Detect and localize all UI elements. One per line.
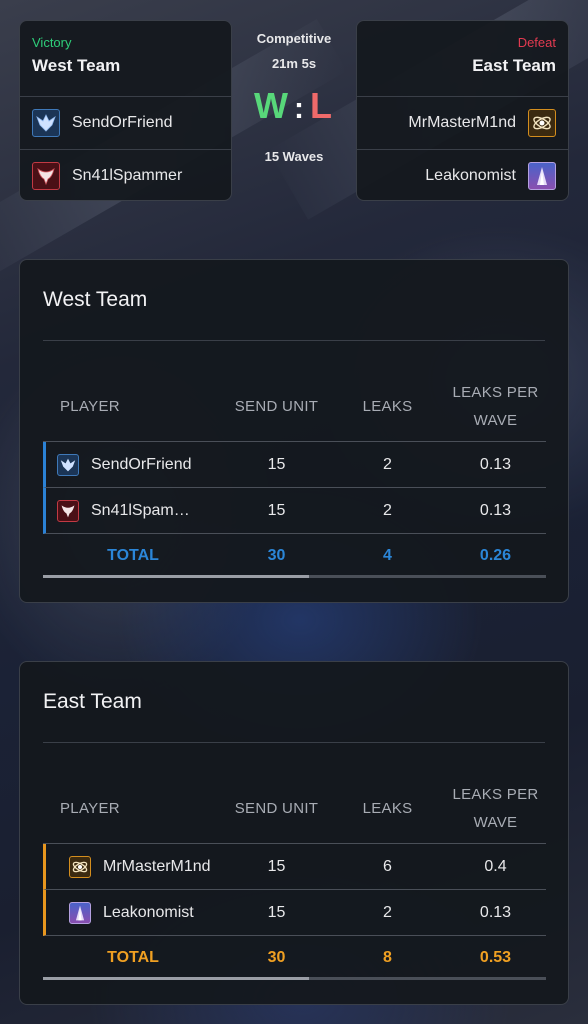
stats-table: PLAYER SEND UNIT LEAKS LEAKS PER WAVE Mr…: [43, 774, 546, 980]
match-duration: 21m 5s: [271, 56, 317, 71]
divider: [43, 340, 545, 341]
light-pillar-icon: [528, 161, 556, 190]
winged-crest-icon: [32, 109, 60, 137]
total-row: TOTAL 30 8 0.53: [43, 936, 546, 980]
leaks-per-wave-cell: 0.13: [479, 903, 512, 921]
player-name: SendOrFriend: [91, 455, 192, 473]
defeat-label: Defeat: [517, 35, 556, 50]
leaks-per-wave-cell: 0.13: [479, 501, 512, 519]
demon-crest-icon: [32, 161, 60, 190]
header-line: WAVE: [473, 813, 518, 831]
divider: [43, 742, 545, 743]
panel-title: West Team: [43, 288, 148, 311]
orbit-atom-icon: [528, 109, 556, 137]
header-line: LEAKS PER: [452, 785, 539, 803]
table-header: PLAYER SEND UNIT LEAKS LEAKS PER WAVE: [43, 372, 546, 442]
table-row[interactable]: SendOrFriend 15 2 0.13: [43, 442, 546, 488]
player-cell: MrMasterM1nd: [46, 855, 223, 878]
wave-count: 15 Waves: [264, 149, 324, 164]
column-header-player[interactable]: PLAYER: [43, 398, 223, 415]
send-unit-cell: 15: [267, 857, 286, 875]
column-header-send-unit[interactable]: SEND UNIT: [223, 398, 330, 415]
demon-crest-icon: [57, 499, 79, 522]
total-leaks-per-wave: 0.53: [479, 949, 512, 966]
leaks-cell: 2: [383, 903, 392, 921]
game-mode: Competitive: [256, 31, 332, 46]
total-leaks-per-wave: 0.26: [479, 547, 512, 564]
column-header-send-unit[interactable]: SEND UNIT: [223, 800, 330, 817]
east-team-name: East Team: [472, 56, 556, 75]
total-row: TOTAL 30 4 0.26: [43, 534, 546, 578]
header-line: LEAKS PER: [452, 383, 539, 401]
leaks-per-wave-cell: 0.4: [484, 857, 507, 875]
east-team-card: Defeat East Team MrMasterM1nd Leakonomis…: [356, 20, 569, 201]
total-label: TOTAL: [107, 547, 159, 564]
east-player-row[interactable]: MrMasterM1nd: [357, 97, 568, 149]
column-header-leaks-per-wave[interactable]: LEAKS PER WAVE: [445, 379, 546, 435]
table-row[interactable]: Leakonomist 15 2 0.13: [43, 890, 546, 936]
send-unit-cell: 15: [267, 455, 286, 473]
east-stats-panel: East Team PLAYER SEND UNIT LEAKS LEAKS P…: [19, 661, 569, 1005]
score-win: W: [254, 85, 290, 126]
total-send-unit: 30: [267, 949, 286, 966]
player-name: SendOrFriend: [72, 114, 173, 131]
winged-crest-icon: [57, 453, 79, 476]
column-header-leaks-per-wave[interactable]: LEAKS PER WAVE: [445, 781, 546, 837]
west-team-name: West Team: [32, 56, 121, 75]
player-name: Leakonomist: [103, 903, 194, 921]
leaks-cell: 6: [383, 857, 392, 875]
horizontal-scrollbar[interactable]: [43, 977, 546, 980]
leaks-cell: 2: [383, 455, 392, 473]
scrollbar-thumb[interactable]: [43, 575, 309, 578]
west-player-row[interactable]: SendOrFriend: [20, 97, 231, 149]
player-name: Sn41lSpammer: [72, 166, 183, 184]
east-player-row[interactable]: Leakonomist: [357, 149, 568, 200]
west-team-card: Victory West Team SendOrFriend Sn41lSpam…: [19, 20, 232, 201]
leaks-per-wave-cell: 0.13: [479, 455, 512, 473]
light-pillar-icon: [69, 901, 91, 924]
total-leaks: 8: [383, 949, 392, 966]
total-label: TOTAL: [107, 949, 159, 966]
player-cell: Leakonomist: [46, 901, 223, 924]
header-line: WAVE: [473, 411, 518, 429]
score-separator: :: [293, 92, 306, 125]
player-name: Sn41lSpammer: [91, 501, 201, 519]
horizontal-scrollbar[interactable]: [43, 575, 546, 578]
scrollbar-thumb[interactable]: [43, 977, 309, 980]
player-name: MrMasterM1nd: [103, 857, 211, 875]
score-loss: L: [309, 85, 334, 126]
east-team-header: Defeat East Team: [357, 21, 568, 97]
column-header-leaks[interactable]: LEAKS: [330, 398, 445, 415]
leaks-cell: 2: [383, 501, 392, 519]
player-name: Leakonomist: [425, 166, 516, 184]
table-header: PLAYER SEND UNIT LEAKS LEAKS PER WAVE: [43, 774, 546, 844]
column-header-player[interactable]: PLAYER: [43, 800, 223, 817]
stats-table: PLAYER SEND UNIT LEAKS LEAKS PER WAVE Se…: [43, 372, 546, 578]
send-unit-cell: 15: [267, 501, 286, 519]
west-player-row[interactable]: Sn41lSpammer: [20, 149, 231, 200]
player-cell: Sn41lSpammer: [46, 499, 223, 522]
table-row[interactable]: MrMasterM1nd 15 6 0.4: [43, 844, 546, 890]
column-header-leaks[interactable]: LEAKS: [330, 800, 445, 817]
player-name: MrMasterM1nd: [408, 114, 516, 131]
player-cell: SendOrFriend: [46, 453, 223, 476]
table-row[interactable]: Sn41lSpammer 15 2 0.13: [43, 488, 546, 534]
west-team-header: Victory West Team: [20, 21, 231, 97]
panel-title: East Team: [43, 690, 142, 713]
west-stats-panel: West Team PLAYER SEND UNIT LEAKS LEAKS P…: [19, 259, 569, 603]
victory-label: Victory: [32, 35, 72, 50]
match-info: Competitive 21m 5s W:L 15 Waves: [232, 20, 356, 164]
match-score: W:L: [232, 85, 356, 127]
total-send-unit: 30: [267, 547, 286, 564]
total-leaks: 4: [383, 547, 392, 564]
send-unit-cell: 15: [267, 903, 286, 921]
orbit-atom-icon: [69, 855, 91, 878]
